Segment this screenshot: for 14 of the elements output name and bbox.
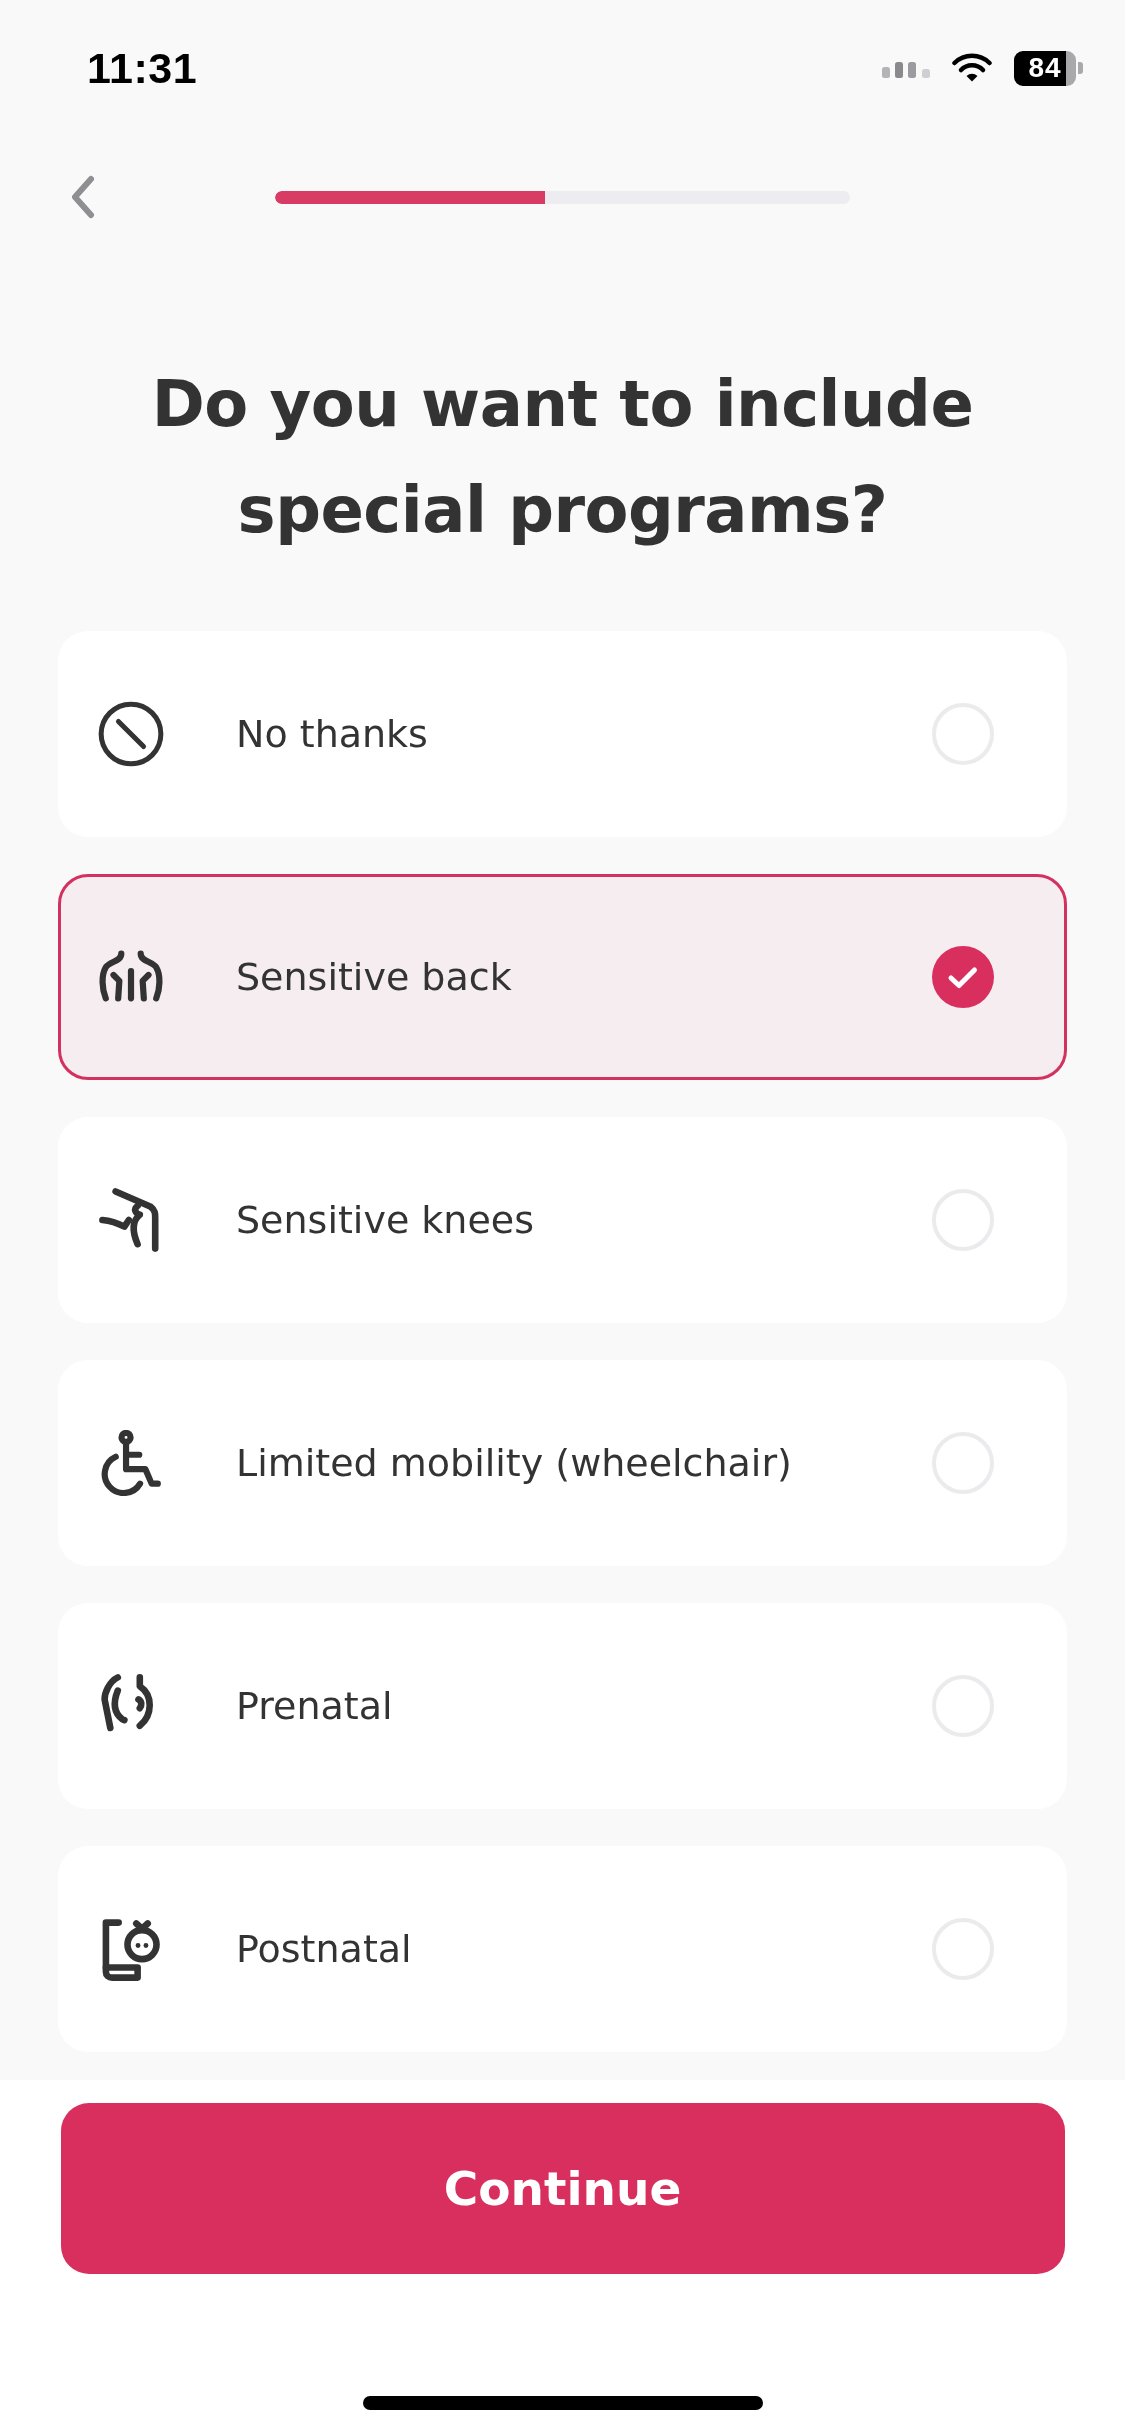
chevron-left-icon (70, 175, 96, 219)
option-card[interactable]: Limited mobility (wheelchair) (58, 1360, 1067, 1566)
option-card[interactable]: No thanks (58, 631, 1067, 837)
continue-button[interactable]: Continue (60, 2103, 1065, 2274)
wifi-icon (952, 53, 992, 83)
battery-indicator: 84 (1014, 50, 1083, 86)
question-title: Do you want to include special programs? (150, 366, 975, 549)
signal-icon (882, 60, 930, 78)
status-time: 11:31 (87, 43, 198, 93)
option-card[interactable]: Postnatal (58, 1846, 1067, 2052)
no-entry-icon (98, 701, 164, 767)
option-card[interactable]: Prenatal (58, 1603, 1067, 1809)
option-card[interactable]: Sensitive back (58, 874, 1067, 1080)
option-card[interactable]: Sensitive knees (58, 1117, 1067, 1323)
